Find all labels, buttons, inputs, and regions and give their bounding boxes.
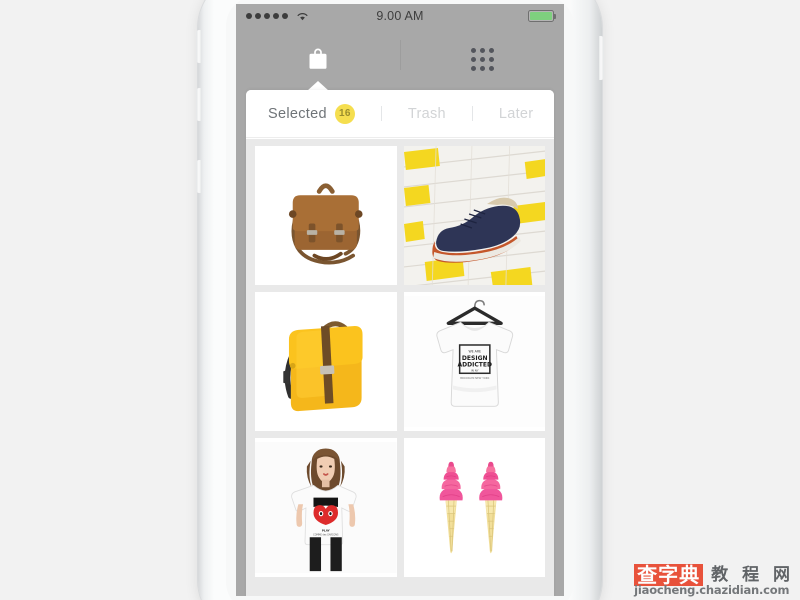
volume-up-button[interactable] xyxy=(196,88,201,121)
top-navigation-bar xyxy=(236,28,564,91)
volume-down-button[interactable] xyxy=(196,160,201,193)
tab-selected-label: Selected xyxy=(268,105,327,122)
content-panel: Selected 16 Trash Later WE ARE DESIGN AD… xyxy=(246,90,554,596)
tab-separator xyxy=(380,106,382,121)
product-grid: WE ARE DESIGN ADDICTED IN NY BROOKLYN NE… xyxy=(246,139,554,596)
product-cell-design-addicted-tshirt[interactable]: WE ARE DESIGN ADDICTED IN NY BROOKLYN NE… xyxy=(403,292,545,431)
silent-switch-button[interactable] xyxy=(196,30,201,63)
tab-trash[interactable]: Trash xyxy=(408,106,446,122)
watermark-url: jiaocheng.chazidian.com xyxy=(634,583,790,597)
model-red-heart-tshirt-image: PLAY COMME des GARCONS xyxy=(255,441,397,574)
design-addicted-tshirt-image: WE ARE DESIGN ADDICTED IN NY BROOKLYN NE… xyxy=(403,295,545,428)
navy-suede-derby-shoe-image xyxy=(403,146,545,285)
shopping-bag-icon xyxy=(306,47,330,72)
product-cell-navy-suede-derby-shoe[interactable] xyxy=(403,146,545,285)
selected-count-badge: 16 xyxy=(334,103,355,124)
product-cell-pink-ice-cream-cones[interactable] xyxy=(403,438,545,577)
svg-text:IN NY: IN NY xyxy=(470,368,478,372)
grid-dots-icon xyxy=(470,47,494,71)
svg-text:BROOKLYN NEW YORK: BROOKLYN NEW YORK xyxy=(460,376,489,380)
product-cell-brown-leather-satchel-bag[interactable] xyxy=(255,146,397,285)
power-button[interactable] xyxy=(599,36,604,80)
svg-text:PLAY: PLAY xyxy=(322,529,331,533)
product-cell-yellow-backpack[interactable] xyxy=(255,292,397,431)
tab-bar: Selected 16 Trash Later xyxy=(246,90,554,138)
tab-later[interactable]: Later xyxy=(499,106,534,122)
tab-trash-label: Trash xyxy=(407,105,446,122)
yellow-backpack-image xyxy=(255,295,397,428)
pink-ice-cream-cones-image xyxy=(403,441,545,574)
site-watermark: 查字典 教 程 网 jiaocheng.chazidian.com xyxy=(634,564,794,597)
status-bar-time: 9.00 AM xyxy=(376,9,424,23)
phone-screen: 9.00 AM Selected 16 Trash Later WE ARE D… xyxy=(236,4,564,596)
status-bar: 9.00 AM xyxy=(236,4,564,28)
product-cell-model-red-heart-tshirt[interactable]: PLAY COMME des GARCONS xyxy=(255,438,397,577)
brown-leather-satchel-bag-image xyxy=(255,149,397,282)
nav-item-grid[interactable] xyxy=(400,28,564,90)
battery-icon xyxy=(528,10,556,22)
svg-text:WE ARE: WE ARE xyxy=(468,350,481,354)
tab-selected[interactable]: Selected 16 xyxy=(268,103,355,124)
tab-later-label: Later xyxy=(498,105,534,122)
tab-separator xyxy=(471,106,473,121)
svg-text:COMME des GARCONS: COMME des GARCONS xyxy=(313,533,339,536)
